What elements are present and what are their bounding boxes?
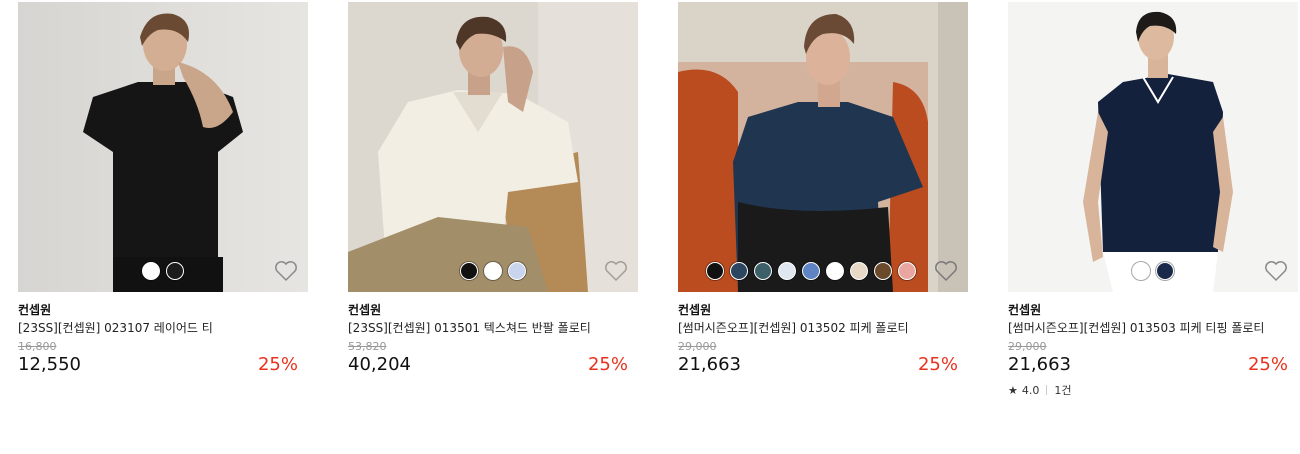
color-swatches <box>706 262 968 280</box>
sale-price: 40,204 <box>348 354 411 375</box>
color-swatch[interactable] <box>508 262 526 280</box>
heart-icon[interactable] <box>604 260 628 282</box>
product-photo <box>1008 2 1298 292</box>
brand-name: 컨셉원 <box>348 303 382 317</box>
discount-rate: 25% <box>587 354 628 375</box>
color-swatches <box>18 262 308 280</box>
product-photo <box>678 2 968 292</box>
heart-icon[interactable] <box>1264 260 1288 282</box>
color-swatch[interactable] <box>706 262 724 280</box>
heart-icon[interactable] <box>274 260 298 282</box>
color-swatch[interactable] <box>898 262 916 280</box>
product-name[interactable]: [23SS][컨셉원] 023107 레이어드 티 <box>18 320 288 337</box>
product-card[interactable]: 컨셉원 [썸머시즌오프][컨셉원] 013502 피케 폴로티 29,000 2… <box>678 2 968 376</box>
product-image[interactable] <box>678 2 968 292</box>
color-swatch[interactable] <box>874 262 892 280</box>
color-swatch[interactable] <box>1156 262 1174 280</box>
sale-price: 21,663 <box>678 354 741 375</box>
color-swatch[interactable] <box>460 262 478 280</box>
discount-rate: 25% <box>917 354 958 375</box>
brand-name: 컨셉원 <box>1008 303 1042 317</box>
product-name[interactable]: [썸머시즌오프][컨셉원] 013502 피케 폴로티 <box>678 320 948 337</box>
color-swatch[interactable] <box>1132 262 1150 280</box>
product-card[interactable]: 컨셉원 [썸머시즌오프][컨셉원] 013503 피케 티핑 폴로티 29,00… <box>1008 2 1298 398</box>
rating-row: ★ 4.0 1건 <box>1008 382 1298 398</box>
color-swatch[interactable] <box>754 262 772 280</box>
product-image[interactable] <box>18 2 308 292</box>
sale-price: 21,663 <box>1008 354 1071 375</box>
product-card[interactable]: 컨셉원 [23SS][컨셉원] 023107 레이어드 티 16,800 12,… <box>18 2 308 376</box>
sale-price: 12,550 <box>18 354 81 375</box>
product-name[interactable]: [23SS][컨셉원] 013501 텍스쳐드 반팔 폴로티 <box>348 320 618 337</box>
heart-icon[interactable] <box>934 260 958 282</box>
product-photo <box>18 2 308 292</box>
color-swatch[interactable] <box>826 262 844 280</box>
original-price: 16,800 <box>18 340 57 353</box>
color-swatch[interactable] <box>778 262 796 280</box>
color-swatch[interactable] <box>850 262 868 280</box>
rating-score: 4.0 <box>1021 383 1040 397</box>
star-icon: ★ <box>1008 383 1018 397</box>
brand-name: 컨셉원 <box>678 303 712 317</box>
color-swatch[interactable] <box>142 262 160 280</box>
discount-rate: 25% <box>1247 354 1288 375</box>
original-price: 53,820 <box>348 340 387 353</box>
product-image[interactable] <box>348 2 638 292</box>
product-image[interactable] <box>1008 2 1298 292</box>
divider <box>1046 385 1048 395</box>
color-swatch[interactable] <box>730 262 748 280</box>
product-card[interactable]: 컨셉원 [23SS][컨셉원] 013501 텍스쳐드 반팔 폴로티 53,82… <box>348 2 638 376</box>
color-swatch[interactable] <box>484 262 502 280</box>
original-price: 29,000 <box>678 340 717 353</box>
product-name[interactable]: [썸머시즌오프][컨셉원] 013503 피케 티핑 폴로티 <box>1008 320 1278 337</box>
product-photo <box>348 2 638 292</box>
color-swatches <box>348 262 638 280</box>
color-swatch[interactable] <box>166 262 184 280</box>
review-count: 1건 <box>1054 384 1072 397</box>
color-swatch[interactable] <box>802 262 820 280</box>
original-price: 29,000 <box>1008 340 1047 353</box>
discount-rate: 25% <box>257 354 298 375</box>
color-swatches <box>1008 262 1298 280</box>
brand-name: 컨셉원 <box>18 303 52 317</box>
